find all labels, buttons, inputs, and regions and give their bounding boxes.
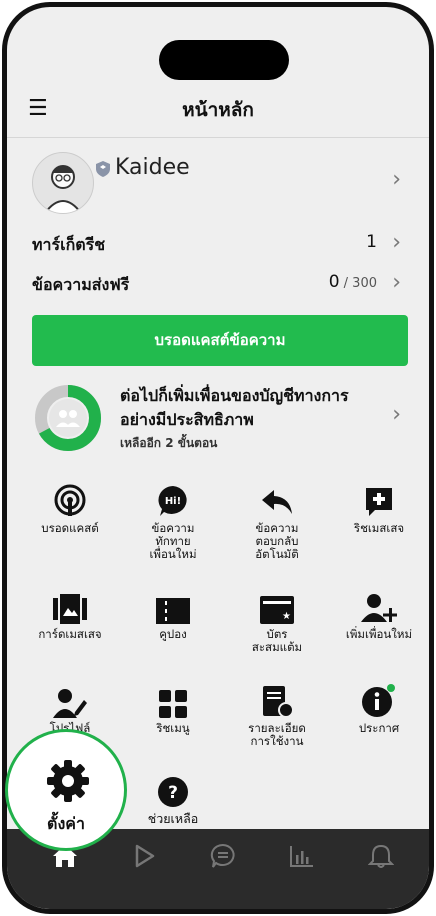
page-title: หน้าหลัก	[182, 99, 254, 121]
tile-label: การ์ดเมสเสจ	[38, 627, 102, 641]
app-header: ☰ หน้าหลัก	[7, 85, 429, 138]
profile-row[interactable]: Kaidee ›	[7, 147, 429, 223]
tile-label: ริชเมนู	[156, 721, 190, 735]
chevron-right-icon: ›	[392, 230, 401, 255]
broadcast-icon	[54, 484, 86, 516]
tile-label: ข้อความ ทักทาย เพื่อนใหม่	[149, 521, 197, 561]
shield-icon	[96, 161, 110, 177]
tile-coupon[interactable]: คูปอง	[123, 588, 223, 641]
progress-ring	[35, 385, 101, 451]
target-reach-value: 1	[366, 232, 377, 252]
add-friend-icon	[361, 594, 397, 622]
nav-insight[interactable]	[282, 843, 322, 873]
nav-play[interactable]	[124, 843, 164, 873]
reward-card-icon: ★	[260, 596, 294, 624]
tile-notice[interactable]: ประกาศ	[329, 682, 429, 735]
tile-label: คูปอง	[159, 627, 187, 641]
nav-notifications[interactable]	[361, 843, 401, 873]
tile-rich-message[interactable]: ริชเมสเสจ	[329, 482, 429, 535]
free-messages-row[interactable]: ข้อความส่งฟรี 0 / 300 ›	[7, 267, 429, 303]
bell-icon	[368, 844, 394, 868]
tile-label: เพิ่มเพื่อนใหม่	[345, 627, 413, 641]
chevron-right-icon: ›	[392, 167, 401, 192]
notice-icon	[362, 684, 395, 717]
tile-rich-menu[interactable]: ริชเมนู	[123, 682, 223, 735]
tile-greeting-message[interactable]: Hi! ข้อความ ทักทาย เพื่อนใหม่	[123, 482, 223, 561]
tile-label: รายละเอียด การใช้งาน	[248, 721, 306, 748]
nav-chat[interactable]	[203, 843, 243, 873]
insight-chart-icon	[290, 846, 313, 867]
card-message-icon	[53, 594, 87, 624]
chevron-right-icon: ›	[392, 270, 401, 295]
tile-help[interactable]: ? ช่วยเหลือ	[123, 772, 223, 825]
play-icon	[135, 844, 155, 868]
tile-label: ข้อความ ตอบกลับ อัตโนมัติ	[255, 521, 299, 561]
greeting-message-icon: Hi!	[158, 486, 187, 516]
svg-text:★: ★	[282, 611, 291, 622]
tile-label: บัตร สะสมแต้ม	[251, 627, 303, 654]
tile-settings-highlight[interactable]: ตั้งค่า	[5, 729, 127, 851]
rich-message-icon	[366, 488, 392, 516]
avatar	[32, 152, 94, 214]
tile-label: บรอดแคสต์	[41, 521, 99, 535]
rich-menu-icon	[159, 690, 187, 718]
tile-profile[interactable]: โปรไฟล์	[20, 682, 120, 735]
free-messages-count: 0	[328, 272, 340, 292]
profile-icon	[53, 689, 87, 718]
free-messages-limit: / 300	[339, 276, 377, 291]
row-label: ข้อความส่งฟรี	[32, 275, 130, 294]
tile-auto-reply[interactable]: ข้อความ ตอบกลับ อัตโนมัติ	[227, 482, 327, 561]
auto-reply-icon	[262, 490, 292, 514]
onboarding-progress[interactable]: ต่อไปก็เพิ่มเพื่อนของบัญชีทางการอย่างมีป…	[7, 382, 429, 462]
tile-usage-details[interactable]: รายละเอียด การใช้งาน	[227, 682, 327, 748]
settings-gear-icon	[47, 760, 89, 802]
progress-subtitle: เหลืออีก 2 ขั้นตอน	[120, 436, 218, 450]
broadcast-message-button[interactable]: บรอดแคสต์ข้อความ	[32, 315, 408, 366]
tile-add-friend[interactable]: เพิ่มเพื่อนใหม่	[329, 588, 429, 641]
camera-notch	[159, 40, 289, 80]
tile-label: ช่วยเหลือ	[147, 811, 199, 826]
account-name: Kaidee	[115, 155, 190, 180]
row-value: 0 / 300	[329, 272, 377, 292]
help-icon: ?	[158, 777, 188, 807]
tile-broadcast[interactable]: บรอดแคสต์	[20, 482, 120, 535]
tile-reward-card[interactable]: ★ บัตร สะสมแต้ม	[227, 588, 327, 654]
progress-title: ต่อไปก็เพิ่มเพื่อนของบัญชีทางการอย่างมีป…	[120, 386, 349, 429]
chat-icon	[210, 843, 235, 868]
chevron-right-icon: ›	[392, 402, 401, 427]
tile-label: ตั้งค่า	[47, 814, 85, 833]
row-label: ทาร์เก็ตรีช	[32, 235, 106, 254]
svg-text:Hi!: Hi!	[165, 496, 181, 507]
svg-text:?: ?	[168, 783, 178, 803]
tile-card-message[interactable]: การ์ดเมสเสจ	[20, 588, 120, 641]
tile-label: ประกาศ	[358, 721, 400, 735]
target-reach-row[interactable]: ทาร์เก็ตรีช 1 ›	[7, 227, 429, 263]
tile-label: ริชเมสเสจ	[353, 521, 405, 535]
row-value: 1	[366, 232, 377, 252]
coupon-icon	[156, 598, 190, 624]
usage-details-icon	[263, 686, 293, 718]
